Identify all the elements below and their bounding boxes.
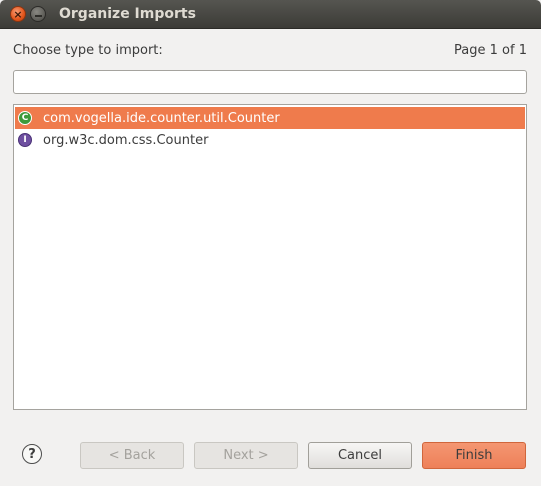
list-item-label: com.vogella.ide.counter.util.Counter <box>43 110 280 126</box>
interface-icon-letter: I <box>23 135 27 145</box>
minimize-icon[interactable] <box>30 6 46 22</box>
close-icon[interactable]: × <box>10 6 26 22</box>
help-icon[interactable]: ? <box>22 444 42 464</box>
choose-type-label: Choose type to import: <box>13 43 163 58</box>
minimize-bar <box>34 14 42 17</box>
back-button[interactable]: < Back <box>80 442 184 469</box>
interface-icon: I <box>18 133 32 147</box>
list-item-label: org.w3c.dom.css.Counter <box>43 132 209 148</box>
type-list[interactable]: C com.vogella.ide.counter.util.Counter I… <box>13 104 527 410</box>
class-icon: C <box>18 111 32 125</box>
page-indicator: Page 1 of 1 <box>454 43 527 58</box>
finish-button[interactable]: Finish <box>422 442 526 469</box>
help-glyph: ? <box>28 446 36 462</box>
title-bar: × Organize Imports <box>0 0 541 29</box>
window-title: Organize Imports <box>59 6 196 22</box>
next-button[interactable]: Next > <box>194 442 298 469</box>
list-item[interactable]: C com.vogella.ide.counter.util.Counter <box>15 107 525 129</box>
cancel-button[interactable]: Cancel <box>308 442 412 469</box>
class-icon-letter: C <box>21 113 29 123</box>
list-item[interactable]: I org.w3c.dom.css.Counter <box>15 129 525 151</box>
type-filter-input[interactable] <box>13 70 527 94</box>
close-glyph: × <box>13 7 23 21</box>
